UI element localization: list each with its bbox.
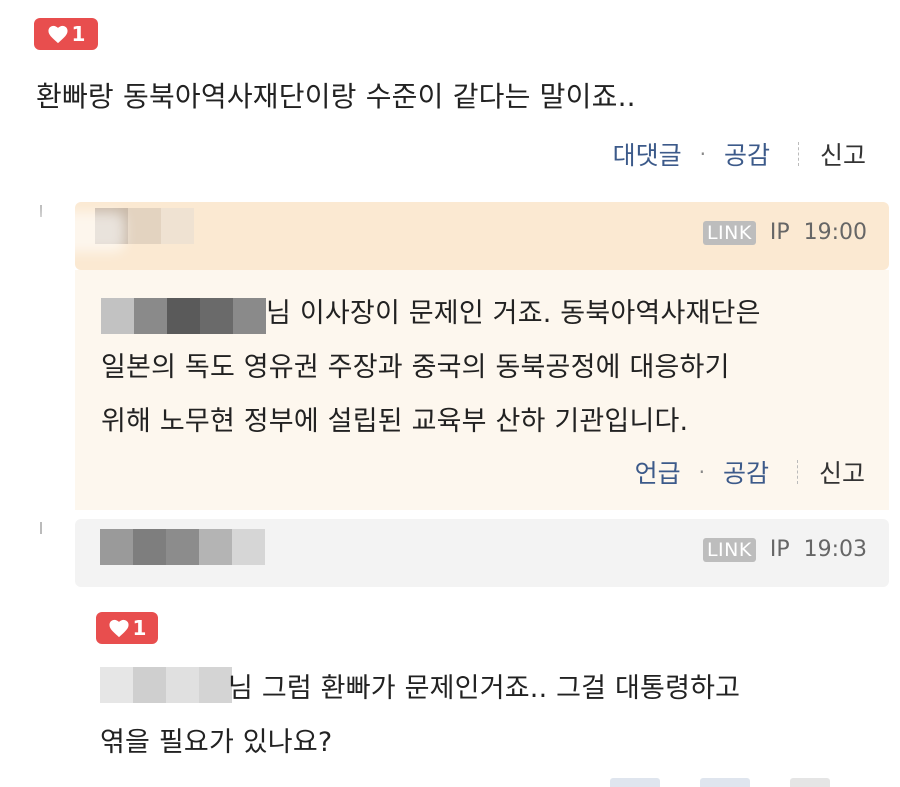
like-count: 1 bbox=[71, 22, 86, 46]
cutoff-actions bbox=[600, 778, 880, 787]
mention-button[interactable]: 언급 bbox=[635, 454, 681, 490]
heart-icon bbox=[108, 619, 129, 638]
timestamp: 19:03 bbox=[803, 537, 867, 562]
separator-dot: · bbox=[698, 460, 705, 484]
report-button[interactable]: 신고 bbox=[820, 136, 866, 172]
empathy-button[interactable]: 공감 bbox=[724, 136, 770, 172]
reply-header: LINK IP 19:03 bbox=[75, 519, 889, 587]
ip-label: IP bbox=[769, 537, 790, 562]
heart-icon bbox=[47, 25, 68, 44]
divider bbox=[796, 460, 799, 484]
reply-line: 일본의 독도 영유권 주장과 중국의 동북공정에 대응하기 bbox=[101, 352, 730, 383]
like-count-badge[interactable]: 1 bbox=[96, 612, 158, 644]
blurred-username bbox=[100, 529, 265, 565]
ip-label: IP bbox=[769, 220, 790, 245]
comment-text: 환빠랑 동북아역사재단이랑 수준이 같다는 말이죠.. bbox=[36, 80, 636, 113]
reply-line: 엮을 필요가 있나요? bbox=[100, 727, 333, 758]
comment-actions: 대댓글 · 공감 신고 bbox=[613, 136, 866, 172]
reply-meta: LINK IP 19:00 bbox=[702, 220, 867, 245]
reply-actions: 언급 · 공감 신고 bbox=[635, 454, 865, 490]
report-button[interactable]: 신고 bbox=[819, 454, 865, 490]
username-smear bbox=[35, 212, 125, 252]
divider bbox=[797, 142, 800, 166]
reply-line: 님 그럼 환빠가 문제인거죠.. 그걸 대통령하고 bbox=[228, 673, 741, 704]
reply-button[interactable]: 대댓글 bbox=[613, 136, 682, 172]
link-badge[interactable]: LINK bbox=[702, 537, 756, 562]
reply-meta: LINK IP 19:03 bbox=[702, 537, 867, 562]
like-count-badge[interactable]: 1 bbox=[34, 18, 98, 50]
reply-text: 님 이사장이 문제인 거죠. 동북아역사재단은 일본의 독도 영유권 주장과 중… bbox=[101, 287, 761, 449]
reply-line: 님 이사장이 문제인 거죠. 동북아역사재단은 bbox=[266, 298, 761, 329]
timestamp: 19:00 bbox=[803, 220, 867, 245]
reply-header: LINK IP 19:00 bbox=[35, 202, 889, 270]
reply-line: 위해 노무현 정부에 설립된 교육부 산하 기관입니다. bbox=[101, 406, 689, 437]
reply-text: 님 그럼 환빠가 문제인거죠.. 그걸 대통령하고 엮을 필요가 있나요? bbox=[100, 662, 740, 770]
separator-dot: · bbox=[699, 142, 706, 166]
reply-body: 님 이사장이 문제인 거죠. 동북아역사재단은 일본의 독도 영유권 주장과 중… bbox=[75, 270, 889, 510]
empathy-button[interactable]: 공감 bbox=[723, 454, 769, 490]
thread-marker bbox=[40, 522, 42, 534]
like-count: 1 bbox=[132, 616, 147, 640]
link-badge[interactable]: LINK bbox=[702, 220, 756, 245]
